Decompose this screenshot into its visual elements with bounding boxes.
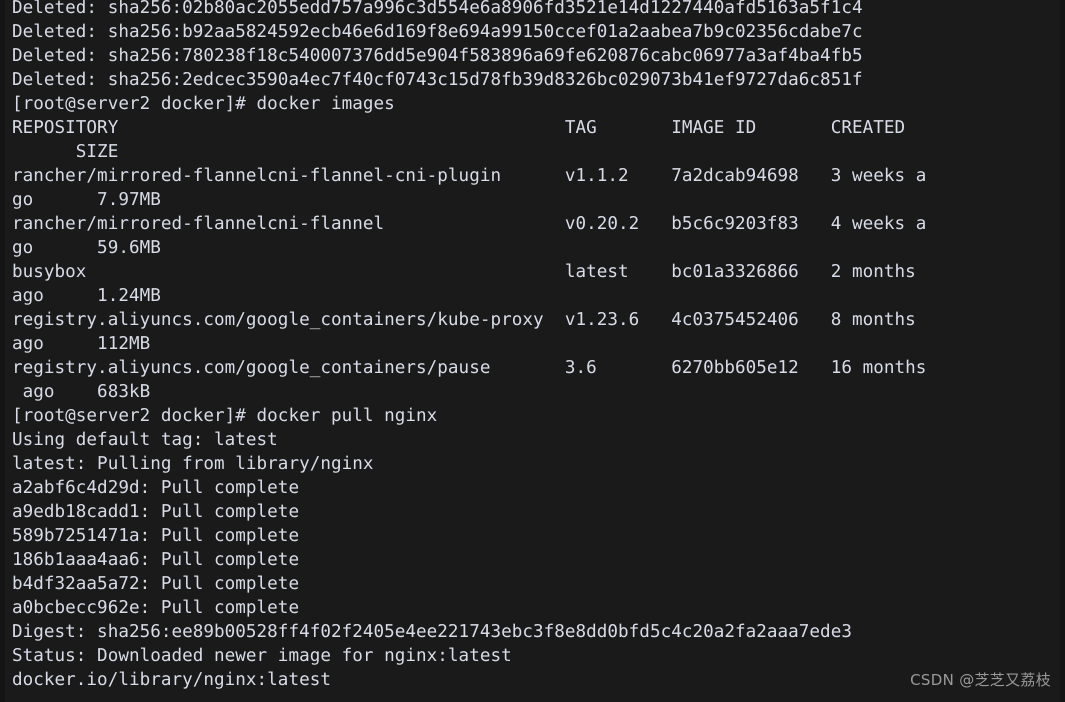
terminal-line: a2abf6c4d29d: Pull complete xyxy=(12,478,300,498)
terminal-line: Using default tag: latest xyxy=(12,430,278,450)
terminal-line: 186b1aaa4aa6: Pull complete xyxy=(12,550,300,570)
terminal-line: REPOSITORY TAG IMAGE ID CREATED xyxy=(12,118,906,138)
terminal-line: go 59.6MB xyxy=(12,238,161,258)
terminal-line: go 7.97MB xyxy=(12,190,161,210)
terminal-line: Deleted: sha256:780238f18c540007376dd5e9… xyxy=(12,46,863,66)
terminal-line: rancher/mirrored-flannelcni-flannel v0.2… xyxy=(12,214,927,234)
terminal-line: 589b7251471a: Pull complete xyxy=(12,526,300,546)
terminal-line: latest: Pulling from library/nginx xyxy=(12,454,374,474)
terminal-line: registry.aliyuncs.com/google_containers/… xyxy=(12,358,927,378)
terminal-window[interactable]: Deleted: sha256:02b80ac2055edd757a996c3d… xyxy=(0,0,1065,702)
terminal-line: ago 112MB xyxy=(12,334,151,354)
terminal-line: Deleted: sha256:02b80ac2055edd757a996c3d… xyxy=(12,0,863,18)
terminal-line: ago 683kB xyxy=(12,382,151,402)
terminal-line: b4df32aa5a72: Pull complete xyxy=(12,574,300,594)
terminal-line: registry.aliyuncs.com/google_containers/… xyxy=(12,310,916,330)
terminal-line: [root@server2 docker]# docker images xyxy=(12,94,395,114)
terminal-line: a9edb18cadd1: Pull complete xyxy=(12,502,300,522)
terminal-line: [root@server2 docker]# docker pull nginx xyxy=(12,406,438,426)
terminal-screen[interactable]: Deleted: sha256:02b80ac2055edd757a996c3d… xyxy=(0,0,1065,692)
terminal-line: Digest: sha256:ee89b00528ff4f02f2405e4ee… xyxy=(12,622,852,642)
terminal-line: docker.io/library/nginx:latest xyxy=(12,670,331,690)
terminal-line: ago 1.24MB xyxy=(12,286,161,306)
terminal-line: Status: Downloaded newer image for nginx… xyxy=(12,646,512,666)
terminal-line: busybox latest bc01a3326866 2 months xyxy=(12,262,916,282)
terminal-line: Deleted: sha256:2edcec3590a4ec7f40cf0743… xyxy=(12,70,863,90)
terminal-line: Deleted: sha256:b92aa5824592ecb46e6d169f… xyxy=(12,22,863,42)
terminal-line: a0bcbecc962e: Pull complete xyxy=(12,598,300,618)
terminal-line: rancher/mirrored-flannelcni-flannel-cni-… xyxy=(12,166,927,186)
terminal-line: SIZE xyxy=(12,142,119,162)
